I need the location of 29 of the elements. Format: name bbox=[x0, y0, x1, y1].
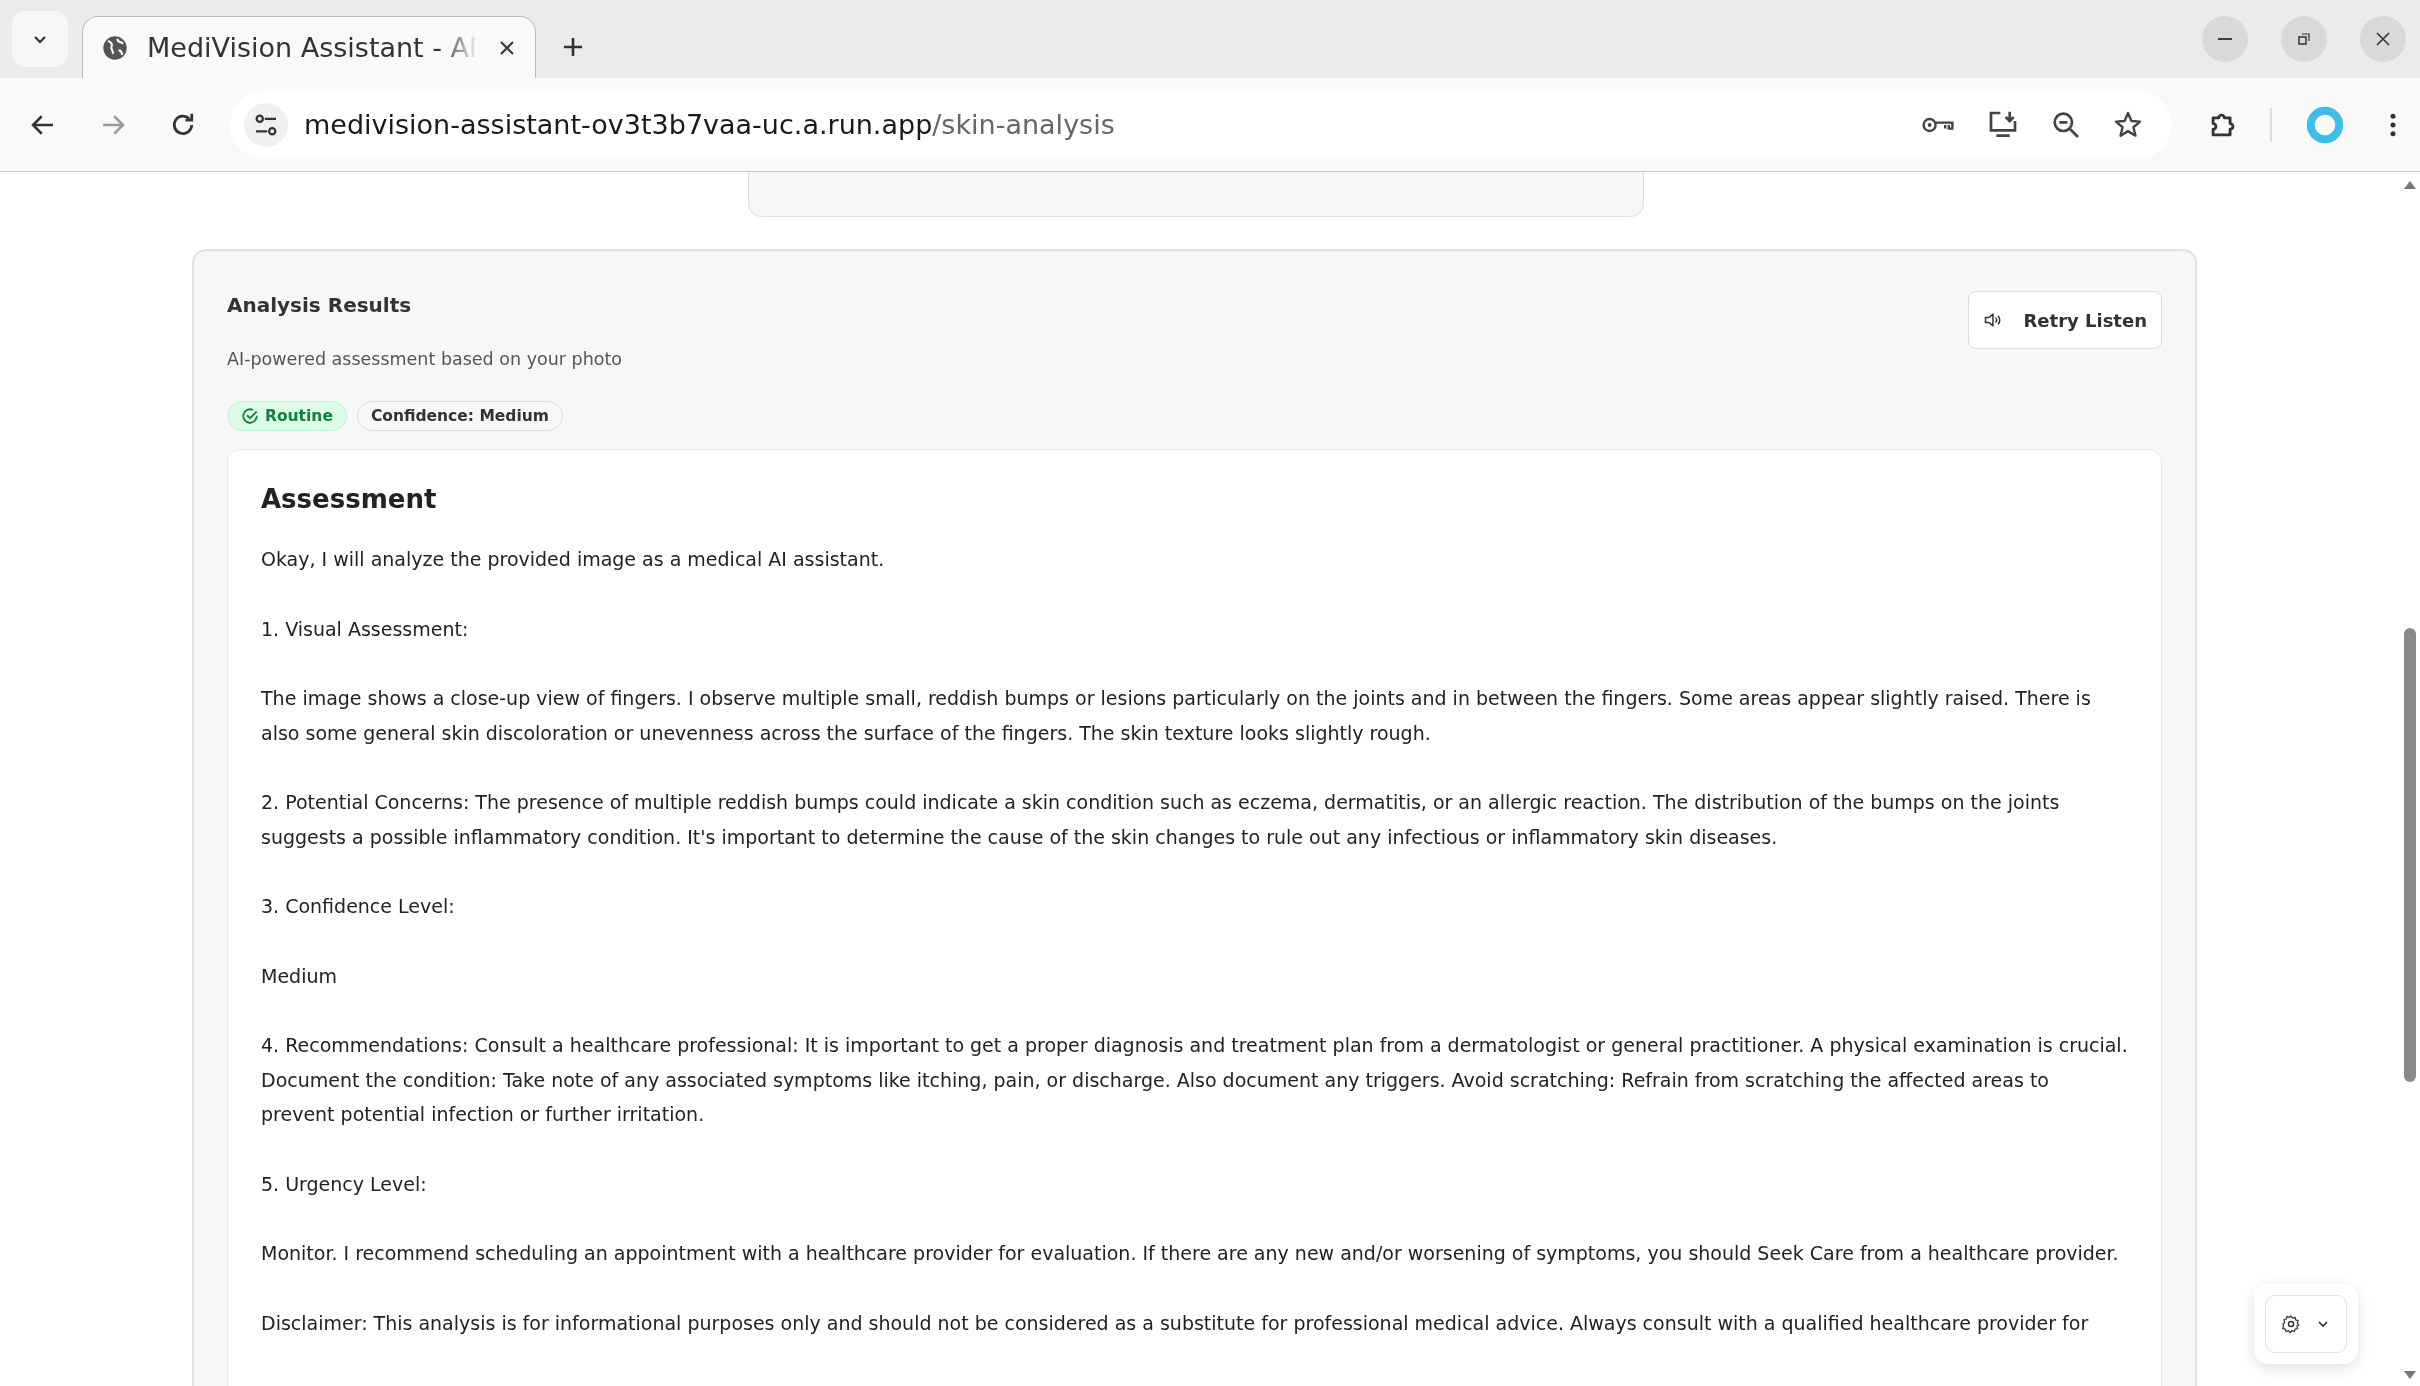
close-icon bbox=[2375, 31, 2391, 47]
minimize-icon bbox=[2218, 38, 2232, 40]
assessment-heading: Assessment bbox=[261, 484, 438, 514]
assessment-paragraph: 4. Recommendations: Consult a healthcare professional: It is important to get a proper diagnosis and treatment plan from a dermatologist or general practitioner. A physical examination is crucial. Document the condition: Take note of any associated symptoms like itching, pain, or discharge. Also document any triggers. Avoid scratching: Refrain from scratching the affected areas to prevent potential infection or further irritation. bbox=[261, 1033, 2128, 1127]
url-text: medivision-assistant-ov3t3b7vaa-uc.a.run.app/skin-analysis bbox=[304, 109, 1115, 140]
assessment-paragraph: 5. Urgency Level: bbox=[261, 1171, 428, 1197]
restore-icon bbox=[2296, 31, 2312, 47]
assessment-paragraph: Disclaimer: This analysis is for informational purposes only and should not be considered as a substitute for professional medical advice. Always consult with a qualified healthcare provider for bbox=[261, 1310, 2090, 1336]
assessment-paragraph: 1. Visual Assessment: bbox=[261, 616, 470, 642]
close-window-button[interactable] bbox=[2360, 16, 2406, 62]
assessment-paragraph: Monitor. I recommend scheduling an appointment with a healthcare provider for evaluation. If there are any new and/or worsening of symptoms, you should Seek Care from a healthcare provider. bbox=[261, 1241, 2120, 1266]
assessment-paragraph: The image shows a close-up view of fingers. I observe multiple small, reddish bumps or lesions particularly on the joints and in between the fingers. Some areas appear slightly raised. There is also some general skin discoloration or unevenness across the surface of the fingers. The skin texture looks slightly rough. bbox=[261, 686, 2092, 746]
urgency-badge: Routine bbox=[227, 401, 347, 431]
card-title: Analysis Results bbox=[227, 293, 412, 317]
address-bar[interactable]: medivision-assistant-ov3t3b7vaa-uc.a.run.app/skin-analysis bbox=[230, 90, 2172, 159]
assessment-paragraph: 2. Potential Concerns: The presence of multiple reddish bumps could indicate a skin condition such as eczema, dermatitis, or an allergic reaction. The distribution of the bumps on the joints suggests a possible inflammatory condition. It's important to determine the cause of the skin changes to rule out any infectious or inflammatory skin diseases. bbox=[261, 790, 2061, 850]
browser-tab[interactable]: MediVision Assistant - AI bbox=[82, 16, 536, 78]
settings-icon bbox=[2281, 1314, 2301, 1334]
globe-icon bbox=[101, 33, 129, 62]
confidence-badge: Confidence: Medium bbox=[356, 401, 563, 431]
retry-listen-button[interactable]: Retry Listen bbox=[1968, 291, 2162, 349]
check-circle-icon bbox=[241, 407, 259, 425]
restore-button[interactable] bbox=[2281, 16, 2327, 62]
assessment-paragraph: 3. Confidence Level: bbox=[261, 894, 456, 919]
site-settings-icon[interactable] bbox=[244, 102, 288, 147]
assessment-paragraph: Medium bbox=[261, 963, 338, 989]
assessment-paragraph: Okay, I will analyze the provided image as a medical AI assistant. bbox=[261, 547, 886, 572]
settings-dropdown-button[interactable] bbox=[2265, 1295, 2347, 1353]
card-subtitle: AI-powered assessment based on your photo bbox=[227, 349, 622, 369]
